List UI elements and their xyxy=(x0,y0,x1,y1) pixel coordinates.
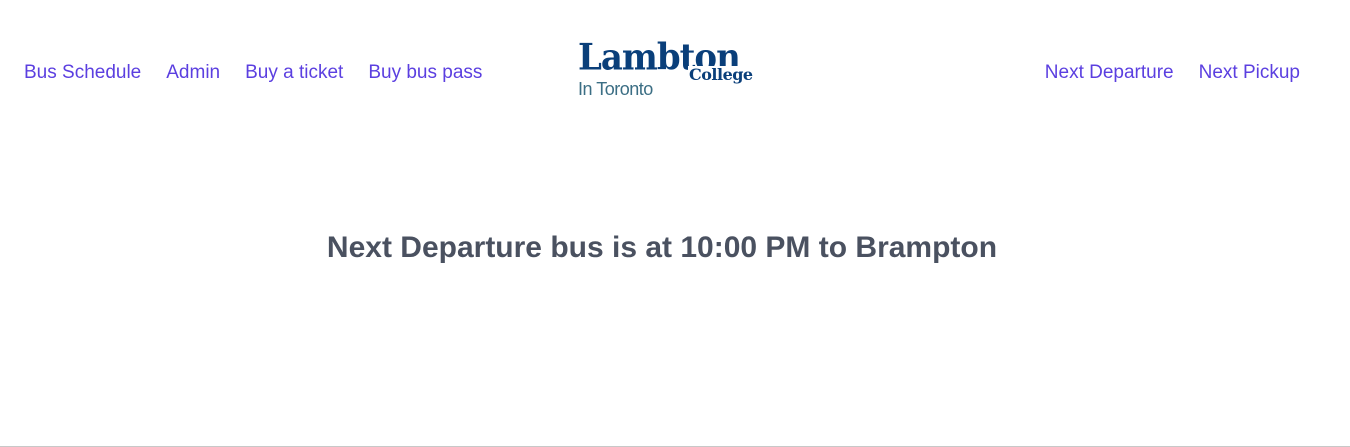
logo-location-text: In Toronto xyxy=(578,79,653,99)
page: Bus Schedule Admin Buy a ticket Buy bus … xyxy=(0,0,1350,447)
logo-college-text: College xyxy=(688,65,754,84)
next-departure-heading: Next Departure bus is at 10:00 PM to Bra… xyxy=(326,231,998,265)
nav-link-bus-schedule[interactable]: Bus Schedule xyxy=(24,60,141,86)
nav-link-next-departure[interactable]: Next Departure xyxy=(1045,60,1174,86)
nav-link-buy-bus-pass[interactable]: Buy bus pass xyxy=(368,60,482,86)
nav-link-next-pickup[interactable]: Next Pickup xyxy=(1199,60,1300,86)
nav-link-admin[interactable]: Admin xyxy=(166,60,220,86)
right-navigation: Next Departure Next Pickup xyxy=(1045,60,1300,86)
left-navigation: Bus Schedule Admin Buy a ticket Buy bus … xyxy=(24,60,482,86)
lambton-college-logo[interactable]: Lambton College In Toronto xyxy=(576,36,756,102)
nav-link-buy-ticket[interactable]: Buy a ticket xyxy=(245,60,343,86)
